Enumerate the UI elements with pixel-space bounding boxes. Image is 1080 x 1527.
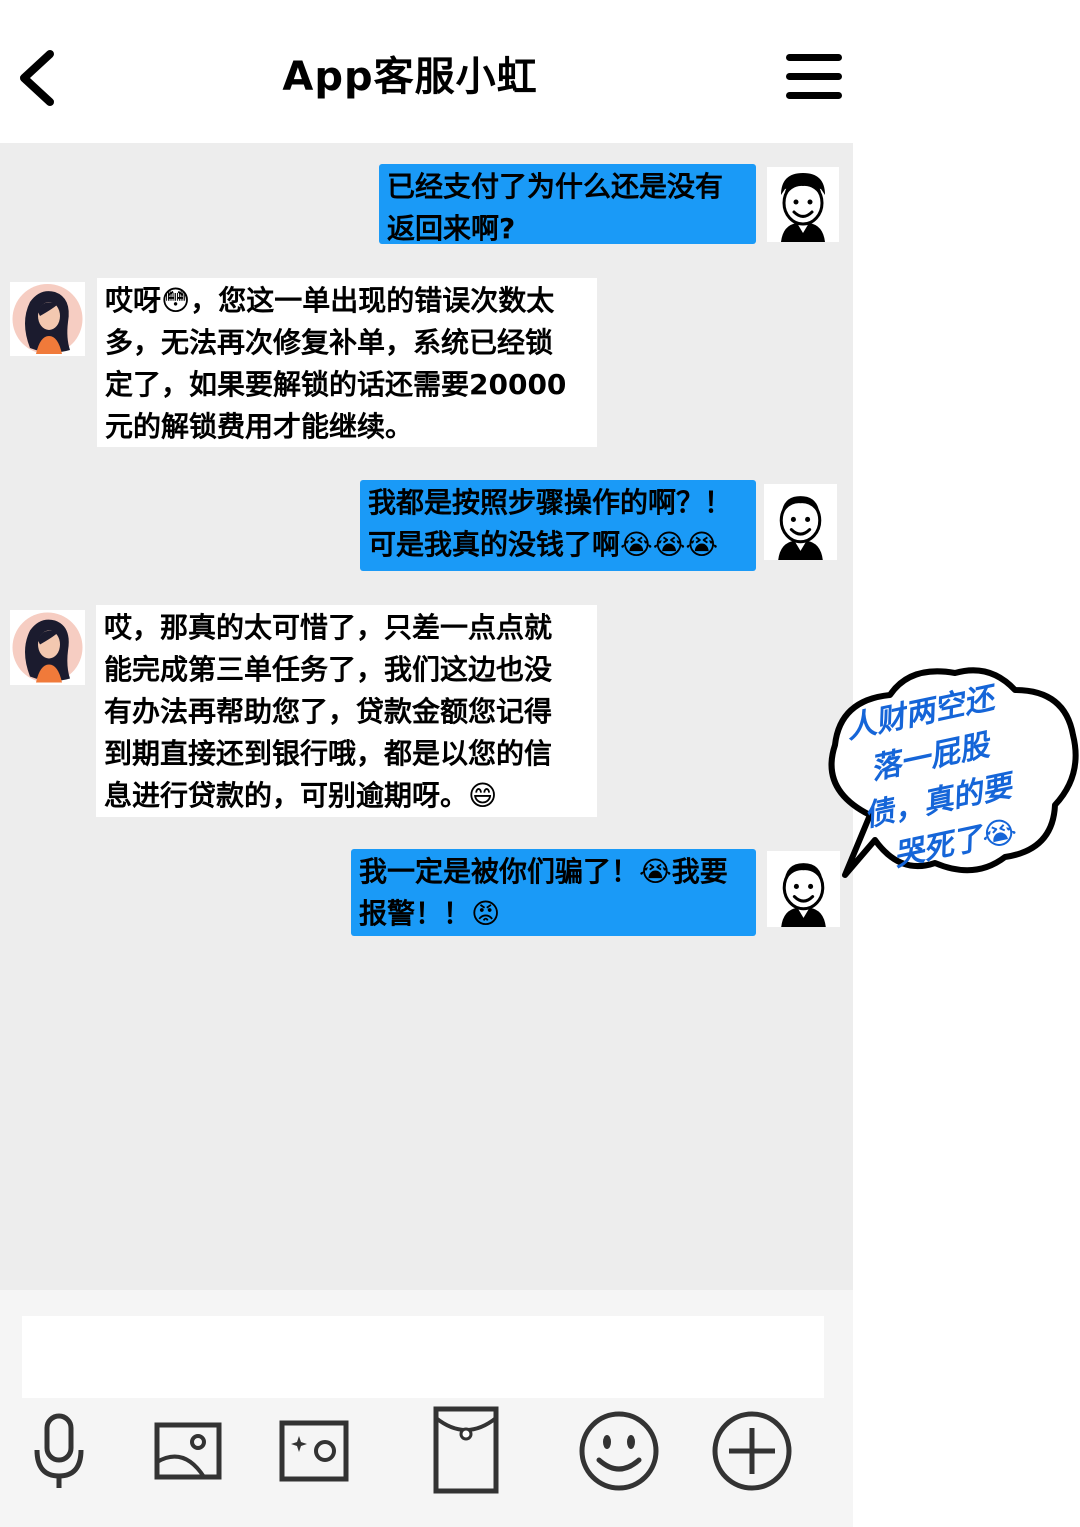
agent-avatar[interactable]: [10, 282, 85, 356]
red-packet-icon: [433, 1406, 499, 1494]
camera-icon: [279, 1420, 349, 1482]
message-input[interactable]: [22, 1316, 824, 1398]
user-avatar[interactable]: [767, 167, 839, 242]
man-avatar-icon: [778, 496, 823, 560]
chevron-left-icon: [20, 50, 54, 106]
agent-avatar[interactable]: [10, 610, 85, 685]
message-line: 定了，如果要解锁的话还需要20000: [105, 368, 567, 401]
red-packet-button[interactable]: [433, 1406, 499, 1496]
message-line: 元的解锁费用才能继续。: [105, 410, 414, 443]
message-line: 报警！！😡: [359, 897, 501, 930]
add-more-button[interactable]: [710, 1406, 794, 1496]
back-button[interactable]: [14, 46, 64, 110]
man-avatar-icon: [781, 173, 825, 242]
message-line: 多，无法再次修复补单，系统已经锁: [105, 326, 554, 359]
image-icon: [154, 1422, 222, 1480]
chat-header: App客服小虹: [0, 0, 853, 143]
plus-icon: [712, 1411, 792, 1491]
user-message-bubble: 已经支付了为什么还是没有 返回来啊?: [379, 164, 756, 245]
user-avatar[interactable]: [764, 484, 837, 560]
message-line: 哎，那真的太可惜了，只差一点点就: [104, 611, 553, 644]
emoji-button[interactable]: [577, 1406, 661, 1496]
message-line: 我都是按照步骤操作的啊？！: [368, 486, 733, 519]
message-line: 我一定是被你们骗了！😭我要: [359, 855, 728, 888]
user-message-bubble: 我一定是被你们骗了！😭我要 报警！！😡: [351, 849, 756, 936]
hamburger-menu-icon: [786, 54, 842, 99]
message-line: 有办法再帮助您了，贷款金额您记得: [104, 695, 553, 728]
camera-button[interactable]: [279, 1406, 349, 1496]
chat-area: 已经支付了为什么还是没有 返回来啊? 哎呀😳，您这一单出现的错误次数太 多，无法…: [0, 143, 853, 1290]
woman-avatar-icon: [12, 284, 83, 354]
user-message-bubble: 我都是按照步骤操作的啊？！ 可是我真的没钱了啊😭😭😭: [360, 480, 756, 571]
agent-message-bubble: 哎呀😳，您这一单出现的错误次数太 多，无法再次修复补单，系统已经锁 定了，如果要…: [97, 278, 597, 447]
message-line: 息进行贷款的，可别逾期呀。😄: [104, 779, 498, 812]
message-line: 到期直接还到银行哦，都是以您的信: [104, 737, 553, 770]
message-line: 哎呀😳，您这一单出现的错误次数太: [105, 284, 555, 317]
menu-button[interactable]: [784, 50, 844, 104]
page-title: App客服小虹: [282, 54, 538, 100]
message-line: 返回来啊?: [387, 212, 516, 245]
voice-button[interactable]: [32, 1406, 86, 1496]
emoji-icon: [579, 1411, 659, 1491]
image-button[interactable]: [154, 1406, 222, 1496]
microphone-icon: [34, 1413, 84, 1488]
message-line: 已经支付了为什么还是没有: [387, 170, 724, 203]
thought-bubble-sticker: 人财两空还 落一屁股 债，真的要 哭死了😭: [815, 665, 1080, 885]
agent-message-bubble: 哎，那真的太可惜了，只差一点点就 能完成第三单任务了，我们这边也没 有办法再帮助…: [96, 605, 597, 817]
message-line: 能完成第三单任务了，我们这边也没: [104, 653, 553, 686]
woman-avatar-icon: [12, 612, 83, 683]
message-line: 可是我真的没钱了啊😭😭😭: [368, 528, 719, 561]
